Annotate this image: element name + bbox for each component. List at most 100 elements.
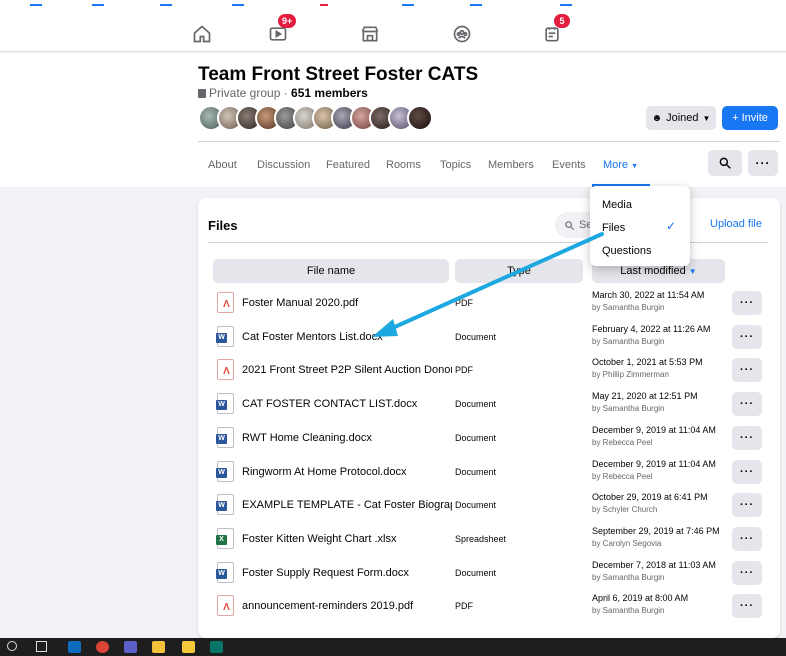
file-type: Document: [455, 432, 497, 443]
word-file-icon: W: [216, 426, 234, 448]
menu-item-media[interactable]: Media: [602, 199, 632, 211]
file-options-button[interactable]: ···: [732, 392, 762, 417]
home-icon[interactable]: [190, 22, 214, 46]
file-name[interactable]: Cat Foster Mentors List.docx: [242, 331, 452, 343]
file-type: Document: [455, 331, 497, 342]
file-modified-by[interactable]: by Carolyn Segovia: [592, 539, 661, 548]
member-avatars[interactable]: [198, 105, 433, 131]
tab-topics[interactable]: Topics: [440, 159, 471, 171]
word-file-icon: W: [216, 460, 234, 482]
file-name[interactable]: EXAMPLE TEMPLATE - Cat Foster Biography.…: [242, 499, 452, 511]
file-name[interactable]: CAT FOSTER CONTACT LIST.docx: [242, 398, 452, 410]
group-member-count[interactable]: 651 members: [291, 86, 368, 100]
file-modified-by[interactable]: by Samantha Burgin: [592, 303, 665, 312]
tab-about[interactable]: About: [208, 159, 237, 171]
file-modified-by[interactable]: by Schyler Church: [592, 505, 657, 514]
notifications-icon[interactable]: 5: [540, 14, 570, 46]
file-options-button[interactable]: ···: [732, 324, 762, 349]
top-edge-strip: [0, 4, 786, 6]
file-options-button[interactable]: ···: [732, 459, 762, 484]
file-name[interactable]: 2021 Front Street P2P Silent Auction Don…: [242, 364, 452, 376]
file-type: Spreadsheet: [455, 533, 507, 544]
joined-button[interactable]: ☻ Joined ▼: [646, 106, 716, 130]
column-header-file-name[interactable]: File name: [213, 259, 449, 283]
file-options-button[interactable]: ···: [732, 526, 762, 551]
tab-featured[interactable]: Featured: [326, 159, 370, 171]
table-row[interactable]: Λ 2021 Front Street P2P Silent Auction Do…: [198, 355, 780, 388]
file-modified-by[interactable]: by Rebecca Peel: [592, 438, 652, 447]
tab-more-label: More: [603, 159, 629, 171]
tab-members[interactable]: Members: [488, 159, 534, 171]
menu-item-files[interactable]: Files: [602, 222, 625, 234]
tab-more[interactable]: More ▼: [603, 159, 638, 171]
file-options-button[interactable]: ···: [732, 493, 762, 518]
file-name[interactable]: Foster Manual 2020.pdf: [242, 297, 452, 309]
file-type: PDF: [455, 298, 473, 308]
windows-taskbar: [0, 638, 786, 656]
file-options-button[interactable]: ···: [732, 358, 762, 383]
table-row[interactable]: W Ringworm At Home Protocol.docx Document D…: [198, 457, 780, 490]
excel-file-icon: X: [216, 527, 234, 549]
files-card: Files Sea Upload file File name Type Las…: [198, 198, 780, 638]
file-modified-by[interactable]: by Samantha Burgin: [592, 337, 665, 346]
groups-icon[interactable]: [450, 22, 474, 46]
file-options-button[interactable]: ···: [732, 594, 762, 619]
pdf-file-icon: Λ: [217, 595, 234, 617]
file-name[interactable]: Foster Kitten Weight Chart .xlsx: [242, 533, 452, 545]
file-type-badge: W: [216, 568, 227, 579]
table-row[interactable]: X Foster Kitten Weight Chart .xlsx Spreads…: [198, 524, 780, 557]
pdf-file-icon: Λ: [217, 292, 234, 313]
table-row[interactable]: W Cat Foster Mentors List.docx Document Feb…: [198, 322, 780, 355]
file-modified-date: December 9, 2019 at 11:04 AM: [592, 424, 716, 435]
group-title[interactable]: Team Front Street Foster CATS: [198, 64, 478, 86]
file-modified-date: April 6, 2019 at 8:00 AM: [592, 593, 689, 604]
watch-icon[interactable]: 9+: [266, 14, 297, 46]
file-options-button[interactable]: ···: [732, 291, 762, 315]
file-modified-by[interactable]: by Rebecca Peel: [592, 472, 652, 481]
file-name[interactable]: Foster Supply Request Form.docx: [242, 567, 452, 579]
upload-file-button[interactable]: Upload file: [710, 218, 762, 230]
file-modified-by[interactable]: by Samantha Burgin: [592, 404, 665, 413]
file-explorer-icon[interactable]: [152, 641, 165, 653]
avatar[interactable]: [407, 105, 433, 131]
file-modified-by[interactable]: by Samantha Burgin: [592, 573, 665, 582]
outlook-icon[interactable]: [68, 641, 81, 653]
tab-events[interactable]: Events: [552, 159, 586, 171]
table-row[interactable]: W EXAMPLE TEMPLATE - Cat Foster Biography…: [198, 490, 780, 523]
file-options-button[interactable]: ···: [732, 425, 762, 450]
teams-icon[interactable]: [124, 641, 137, 653]
task-view-icon[interactable]: [36, 641, 47, 652]
file-name[interactable]: announcement-reminders 2019.pdf: [242, 600, 452, 612]
publisher-icon[interactable]: [210, 641, 223, 653]
table-row[interactable]: Λ Foster Manual 2020.pdf PDF March 30, 2022…: [198, 288, 780, 321]
tab-discussion[interactable]: Discussion: [257, 159, 310, 171]
pdf-file-icon: Λ: [217, 359, 234, 381]
marketplace-icon[interactable]: [358, 22, 382, 46]
table-row[interactable]: W RWT Home Cleaning.docx Document December …: [198, 423, 780, 456]
more-options-button[interactable]: ···: [748, 150, 778, 176]
file-type-badge: W: [216, 400, 227, 411]
column-header-type[interactable]: Type: [455, 259, 583, 283]
file-type: Document: [455, 466, 497, 477]
group-search-button[interactable]: [708, 150, 742, 176]
file-name[interactable]: RWT Home Cleaning.docx: [242, 432, 452, 444]
group-meta: Private group · 651 members: [198, 86, 368, 100]
menu-item-questions[interactable]: Questions: [602, 245, 652, 257]
file-type-badge: Λ: [223, 602, 230, 614]
ellipsis-icon: ···: [740, 532, 754, 545]
file-modified-by[interactable]: by Samantha Burgin: [592, 606, 665, 615]
watch-badge: 9+: [278, 14, 297, 28]
table-row[interactable]: W Foster Supply Request Form.docx Document…: [198, 558, 780, 591]
file-modified-by[interactable]: by Phillip Zimmerman: [592, 370, 669, 379]
table-row[interactable]: Λannouncement-reminders 2019.pdf PDF April…: [198, 591, 780, 624]
invite-button[interactable]: + Invite: [722, 106, 778, 130]
file-type: PDF: [455, 601, 473, 612]
pinned-app-icon[interactable]: [182, 641, 195, 653]
file-name[interactable]: Ringworm At Home Protocol.docx: [242, 466, 452, 478]
file-modified-date: October 29, 2019 at 6:41 PM: [592, 492, 708, 503]
chrome-icon[interactable]: [96, 641, 109, 653]
search-icon[interactable]: [7, 641, 17, 651]
file-options-button[interactable]: ···: [732, 560, 762, 585]
table-row[interactable]: W CAT FOSTER CONTACT LIST.docx Document May…: [198, 389, 780, 422]
tab-rooms[interactable]: Rooms: [386, 159, 421, 171]
